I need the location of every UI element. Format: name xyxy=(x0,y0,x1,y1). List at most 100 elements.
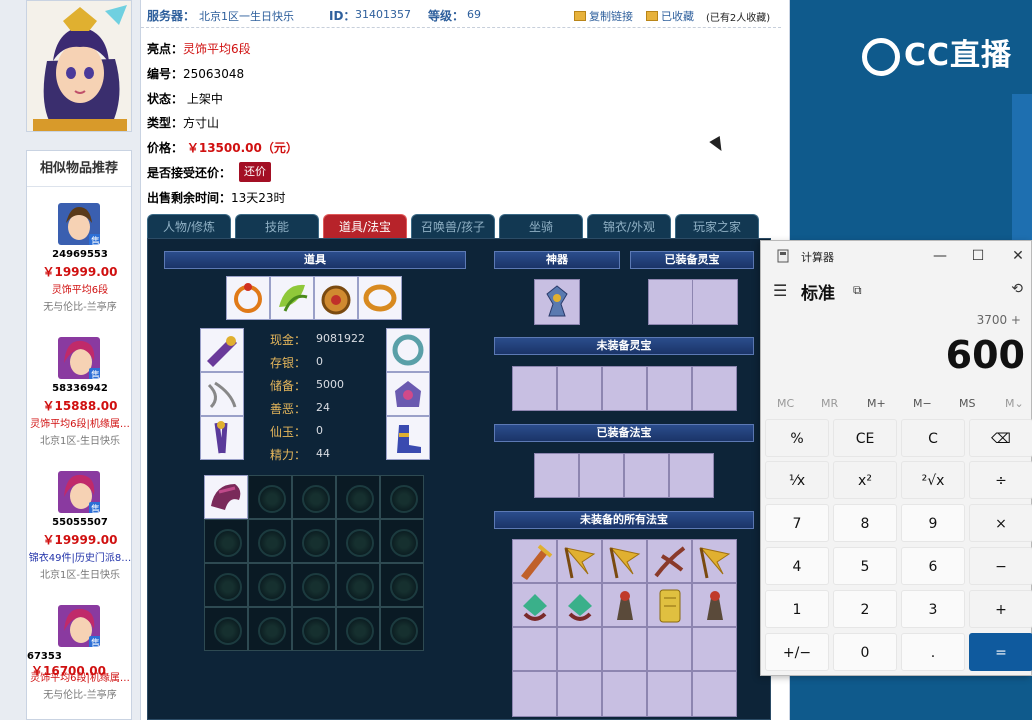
menu-icon[interactable]: ☰ xyxy=(773,281,787,300)
magic-item[interactable] xyxy=(647,539,692,583)
empty-slot[interactable] xyxy=(336,607,380,651)
digit-3-key[interactable]: 3 xyxy=(901,590,965,628)
artifact-slot[interactable] xyxy=(534,279,580,325)
empty-slot[interactable] xyxy=(380,475,424,519)
tab-skills[interactable]: 技能 xyxy=(235,214,319,238)
soul-slot[interactable] xyxy=(602,366,647,411)
magic-slot[interactable] xyxy=(602,671,647,717)
magic-item[interactable] xyxy=(557,583,602,627)
memory-store-button[interactable]: MS xyxy=(959,397,975,410)
magic-item[interactable] xyxy=(512,539,557,583)
divide-key[interactable]: ÷ xyxy=(969,461,1032,499)
empty-slot[interactable] xyxy=(292,519,336,563)
percent-key[interactable]: % xyxy=(765,419,829,457)
equipment-slot[interactable] xyxy=(200,328,244,372)
history-icon[interactable]: ⟲ xyxy=(1011,281,1023,297)
add-key[interactable]: + xyxy=(969,590,1032,628)
magic-item[interactable] xyxy=(512,583,557,627)
subtract-key[interactable]: − xyxy=(969,547,1032,585)
inventory-item[interactable] xyxy=(204,475,248,519)
memory-recall-button[interactable]: MR xyxy=(821,397,838,410)
equipment-slot[interactable] xyxy=(270,276,314,320)
magic-slot[interactable] xyxy=(557,671,602,717)
digit-8-key[interactable]: 8 xyxy=(833,504,897,542)
tab-pets[interactable]: 召唤兽/孩子 xyxy=(411,214,495,238)
equipment-slot[interactable] xyxy=(386,416,430,460)
equipment-slot[interactable] xyxy=(386,328,430,372)
recommend-item[interactable]: 售 55055507 ￥19999.00 锦衣49件|历史门派8… 北京1区-生… xyxy=(27,455,131,589)
soul-slot[interactable] xyxy=(692,366,737,411)
empty-slot[interactable] xyxy=(336,519,380,563)
digit-2-key[interactable]: 2 xyxy=(833,590,897,628)
magic-slot[interactable] xyxy=(692,627,737,671)
item-thumbnail[interactable]: 售 xyxy=(58,337,100,379)
memory-clear-button[interactable]: MC xyxy=(777,397,794,410)
clear-key[interactable]: C xyxy=(901,419,965,457)
magic-slot[interactable] xyxy=(692,671,737,717)
digit-9-key[interactable]: 9 xyxy=(901,504,965,542)
empty-slot[interactable] xyxy=(336,563,380,607)
reciprocal-key[interactable]: ⅟x xyxy=(765,461,829,499)
multiply-key[interactable]: × xyxy=(969,504,1032,542)
magic-slot[interactable] xyxy=(557,627,602,671)
digit-1-key[interactable]: 1 xyxy=(765,590,829,628)
magic-slot[interactable] xyxy=(602,627,647,671)
tab-home[interactable]: 玩家之家 xyxy=(675,214,759,238)
empty-slot[interactable] xyxy=(336,475,380,519)
tab-character[interactable]: 人物/修炼 xyxy=(147,214,231,238)
magic-slot[interactable] xyxy=(512,627,557,671)
memory-list-button[interactable]: M⌄ xyxy=(1005,397,1024,410)
magic-item[interactable] xyxy=(602,583,647,627)
equipment-slot[interactable] xyxy=(358,276,402,320)
memory-add-button[interactable]: M+ xyxy=(867,397,886,410)
digit-6-key[interactable]: 6 xyxy=(901,547,965,585)
tab-mounts[interactable]: 坐骑 xyxy=(499,214,583,238)
magic-slot[interactable] xyxy=(647,627,692,671)
recommend-item[interactable]: 售 24969553 ￥19999.00 灵饰平均6段 无与伦比-兰亭序 xyxy=(27,187,131,321)
soul-slot[interactable] xyxy=(692,279,738,325)
empty-slot[interactable] xyxy=(248,475,292,519)
maximize-button[interactable]: ☐ xyxy=(963,245,993,267)
magic-item[interactable] xyxy=(647,583,692,627)
magic-slot[interactable] xyxy=(669,453,714,498)
item-thumbnail[interactable]: 售 xyxy=(58,605,100,647)
equals-key[interactable]: = xyxy=(969,633,1032,671)
magic-slot[interactable] xyxy=(579,453,624,498)
soul-slot[interactable] xyxy=(648,279,694,325)
minimize-button[interactable]: — xyxy=(925,245,955,267)
item-thumbnail[interactable]: 售 xyxy=(58,203,100,245)
empty-slot[interactable] xyxy=(204,519,248,563)
magic-slot[interactable] xyxy=(647,671,692,717)
favorite-button[interactable]: 已收藏 xyxy=(646,8,694,24)
clear-entry-key[interactable]: CE xyxy=(833,419,897,457)
negate-key[interactable]: +/− xyxy=(765,633,829,671)
soul-slot[interactable] xyxy=(557,366,602,411)
side-widget[interactable] xyxy=(1012,94,1032,240)
counter-offer-button[interactable]: 还价 xyxy=(239,162,271,182)
equipment-slot[interactable] xyxy=(386,372,430,416)
backspace-key[interactable]: ⌫ xyxy=(969,419,1032,457)
empty-slot[interactable] xyxy=(248,607,292,651)
magic-item[interactable] xyxy=(557,539,602,583)
empty-slot[interactable] xyxy=(380,607,424,651)
empty-slot[interactable] xyxy=(292,475,336,519)
soul-slot[interactable] xyxy=(512,366,557,411)
empty-slot[interactable] xyxy=(292,607,336,651)
magic-slot[interactable] xyxy=(624,453,669,498)
tab-items[interactable]: 道具/法宝 xyxy=(323,214,407,238)
close-button[interactable]: ✕ xyxy=(1003,245,1032,267)
square-key[interactable]: x² xyxy=(833,461,897,499)
equipment-slot[interactable] xyxy=(200,416,244,460)
magic-item[interactable] xyxy=(692,583,737,627)
digit-4-key[interactable]: 4 xyxy=(765,547,829,585)
digit-5-key[interactable]: 5 xyxy=(833,547,897,585)
keep-on-top-icon[interactable]: ⧉ xyxy=(853,283,862,298)
recommend-item[interactable]: 售 67353 ￥16700.00 灵饰平均6段|机缘属… 无与伦比-兰亭序 xyxy=(27,589,131,720)
magic-slot[interactable] xyxy=(512,671,557,717)
empty-slot[interactable] xyxy=(248,563,292,607)
digit-0-key[interactable]: 0 xyxy=(833,633,897,671)
digit-7-key[interactable]: 7 xyxy=(765,504,829,542)
decimal-key[interactable]: . xyxy=(901,633,965,671)
magic-item[interactable] xyxy=(692,539,737,583)
empty-slot[interactable] xyxy=(204,563,248,607)
